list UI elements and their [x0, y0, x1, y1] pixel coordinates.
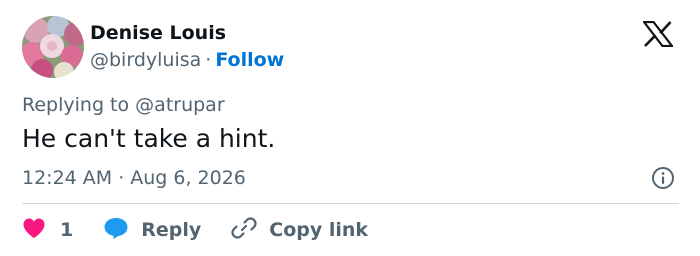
copy-link-button[interactable]: Copy link [231, 215, 368, 245]
link-icon [231, 215, 257, 245]
copy-link-label: Copy link [269, 219, 369, 241]
speech-bubble-icon [103, 216, 129, 244]
tweet-timestamp[interactable]: 12:24 AM · Aug 6, 2026 [22, 166, 246, 190]
reply-mention-link[interactable]: @atrupar [135, 94, 224, 116]
tweet-time: 12:24 AM [22, 167, 113, 189]
author-handle-line: @birdyluisa · Follow [90, 48, 284, 72]
follow-button[interactable]: Follow [215, 49, 284, 71]
heart-icon [22, 217, 46, 243]
tweet-date: Aug 6, 2026 [130, 167, 246, 189]
tweet-card: Denise Louis @birdyluisa · Follow Replying… [0, 0, 700, 256]
like-count: 1 [60, 219, 74, 241]
x-logo-icon[interactable] [641, 20, 675, 48]
action-bar: 1 Reply Copy link [22, 216, 368, 244]
replying-to: Replying to @atrupar [22, 93, 225, 117]
author-handle[interactable]: @birdyluisa [90, 49, 201, 71]
handle-separator: · [205, 49, 212, 71]
reply-button[interactable]: Reply [103, 216, 201, 244]
info-icon[interactable] [651, 166, 675, 190]
like-button[interactable]: 1 [22, 217, 73, 243]
divider [22, 203, 679, 204]
avatar[interactable] [22, 16, 84, 78]
tweet-text: He can't take a hint. [22, 124, 276, 153]
reply-label: Reply [141, 219, 202, 241]
replying-prefix: Replying to [22, 94, 130, 116]
timestamp-separator: · [118, 167, 125, 189]
author-display-name[interactable]: Denise Louis [90, 21, 226, 45]
